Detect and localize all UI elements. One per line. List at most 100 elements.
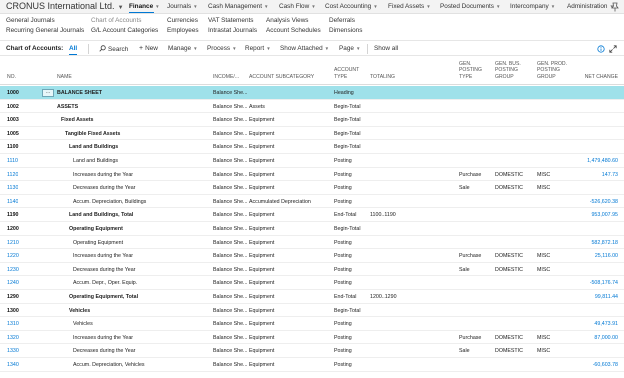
cell-net-change[interactable]: 99,811.44: [595, 294, 618, 300]
cell-net-change[interactable]: 49,473.91: [594, 321, 618, 327]
cell-no[interactable]: 1000: [7, 90, 19, 96]
cell-no[interactable]: 1130: [7, 185, 18, 191]
nav-item-finance[interactable]: Finance ▼: [129, 3, 160, 13]
cell-no[interactable]: 1200: [7, 226, 19, 232]
nav-item-fixed-assets[interactable]: Fixed Assets ▼: [388, 3, 431, 10]
cell-no[interactable]: 1310: [7, 321, 19, 327]
link-vat-statements[interactable]: VAT Statements: [208, 16, 257, 26]
column-header-gen-prod-posting-group[interactable]: GEN. PROD. POSTING GROUP: [537, 61, 567, 81]
table-row[interactable]: 1003 Fixed Assets Balance She... Equipment B…: [0, 113, 624, 127]
link-intrastat-journals[interactable]: Intrastat Journals: [208, 26, 257, 36]
link-general-journals[interactable]: General Journals: [6, 16, 84, 26]
table-row[interactable]: 1210 Operating Equipment Balance She... Equ…: [0, 236, 624, 250]
cell-no[interactable]: 1230: [7, 267, 19, 273]
column-header-account-type[interactable]: ACCOUNT TYPE: [334, 67, 359, 80]
info-icon[interactable]: [597, 45, 605, 53]
report-menu[interactable]: Report ▼: [245, 45, 271, 52]
table-row[interactable]: 1290 Operating Equipment, Total Balance Sh…: [0, 290, 624, 304]
table-row[interactable]: 1100 Land and Buildings Balance She... Equi…: [0, 140, 624, 154]
cell-no[interactable]: 1340: [7, 362, 19, 368]
link-account-schedules[interactable]: Account Schedules: [266, 26, 321, 36]
cell-net-change[interactable]: 25,116.00: [595, 253, 618, 259]
table-row[interactable]: 1120 Increases during the Year Balance She…: [0, 168, 624, 182]
cell-no[interactable]: 1210: [7, 240, 19, 246]
link-employees[interactable]: Employees: [167, 26, 199, 36]
column-header-gen-bus-posting-group[interactable]: GEN. BUS. POSTING GROUP: [495, 61, 521, 81]
cell-no[interactable]: 1120: [7, 172, 18, 178]
link-dimensions[interactable]: Dimensions: [329, 26, 362, 36]
cell-net-change[interactable]: -526,620.38: [590, 199, 618, 205]
link-recurring-general-journals[interactable]: Recurring General Journals: [6, 26, 84, 36]
table-row[interactable]: 1310 Vehicles Balance She... Equipment Posti…: [0, 317, 624, 331]
page-menu[interactable]: Page ▼: [339, 45, 360, 52]
cell-no[interactable]: 1190: [7, 212, 19, 218]
cell-income-balance: Balance She...: [213, 239, 247, 246]
process-menu[interactable]: Process ▼: [207, 45, 237, 52]
cell-no[interactable]: 1100: [7, 144, 19, 150]
cell-net-change[interactable]: 147.73: [602, 172, 618, 178]
cell-net-change[interactable]: 1,479,480.60: [587, 158, 618, 164]
table-row[interactable]: 1330 Decreases during the Year Balance She…: [0, 344, 624, 358]
table-row[interactable]: 1320 Increases during the Year Balance She…: [0, 331, 624, 345]
link-currencies[interactable]: Currencies: [167, 16, 199, 26]
table-row[interactable]: 1002 ASSETS Balance She... Assets Begin-Tota…: [0, 100, 624, 114]
cell-net-change[interactable]: 953,007.95: [591, 212, 618, 218]
link-deferrals[interactable]: Deferrals: [329, 16, 362, 26]
nav-item-journals[interactable]: Journals ▼: [167, 3, 198, 10]
column-header-totaling[interactable]: TOTALING: [370, 74, 395, 81]
cell-net-change[interactable]: -60,603.78: [593, 362, 618, 368]
cell-net-change[interactable]: -508,176.74: [590, 280, 618, 286]
table-row[interactable]: 1230 Decreases during the Year Balance She…: [0, 263, 624, 277]
cell-account-subcategory: Equipment: [249, 294, 275, 300]
table-row[interactable]: 1240 Accum. Depr., Oper. Equip. Balance Sh…: [0, 276, 624, 290]
column-header-income-balance[interactable]: INCOME/...: [213, 74, 239, 81]
cell-no[interactable]: 1005: [7, 131, 19, 137]
table-row[interactable]: 1220 Increases during the Year Balance She…: [0, 249, 624, 263]
column-header-account-subcategory[interactable]: ACCOUNT SUBCATEGORY: [249, 74, 314, 81]
cell-no[interactable]: 1320: [7, 335, 19, 341]
cell-no[interactable]: 1220: [7, 253, 19, 259]
cell-net-change[interactable]: 87,000.00: [594, 335, 618, 341]
cell-no[interactable]: 1002: [7, 104, 19, 110]
column-header-gen-posting-type[interactable]: GEN. POSTING TYPE: [459, 61, 482, 81]
nav-item-posted-documents[interactable]: Posted Documents ▼: [440, 3, 500, 10]
cell-no[interactable]: 1140: [7, 199, 18, 205]
show-all-button[interactable]: Show all: [374, 45, 398, 52]
search-button[interactable]: Search: [99, 45, 128, 53]
cell-net-change[interactable]: 582,872.18: [591, 240, 618, 246]
manage-menu[interactable]: Manage ▼: [168, 45, 198, 52]
column-header-no[interactable]: NO.: [7, 74, 16, 81]
table-row[interactable]: 1140 Accum. Depreciation, Buildings Balanc…: [0, 195, 624, 209]
cell-no[interactable]: 1003: [7, 117, 19, 123]
pin-icon[interactable]: [610, 2, 620, 12]
new-button[interactable]: + New: [139, 45, 158, 52]
column-header-net-change[interactable]: NET CHANGE: [585, 74, 618, 81]
row-actions-menu-icon[interactable]: …: [42, 89, 54, 97]
table-row[interactable]: 1110 Land and Buildings Balance She... Equi…: [0, 154, 624, 168]
company-switcher[interactable]: CRONUS International Ltd. ▼: [6, 1, 124, 11]
nav-item-cash-flow[interactable]: Cash Flow ▼: [279, 3, 316, 10]
table-row[interactable]: 1000 BALANCE SHEET Balance She... Heading…: [0, 86, 624, 100]
cell-no[interactable]: 1300: [7, 308, 19, 314]
table-row[interactable]: 1005 Tangible Fixed Assets Balance She... E…: [0, 127, 624, 141]
nav-item-cash-management[interactable]: Cash Management ▼: [208, 3, 268, 10]
cell-no[interactable]: 1290: [7, 294, 19, 300]
link-gl-account-categories[interactable]: G/L Account Categories: [91, 26, 158, 36]
column-header-name[interactable]: NAME: [57, 74, 72, 81]
cell-no[interactable]: 1330: [7, 348, 19, 354]
table-row[interactable]: 1130 Decreases during the Year Balance She…: [0, 181, 624, 195]
table-row[interactable]: 1200 Operating Equipment Balance She... Equ…: [0, 222, 624, 236]
table-row[interactable]: 1190 Land and Buildings, Total Balance She…: [0, 208, 624, 222]
link-chart-of-accounts[interactable]: Chart of Accounts: [91, 16, 158, 26]
cell-no[interactable]: 1240: [7, 280, 19, 286]
nav-item-administration[interactable]: Administration ▼: [567, 3, 614, 10]
table-row[interactable]: 1340 Accum. Depreciation, Vehicles Balance…: [0, 358, 624, 372]
expand-icon[interactable]: [609, 45, 617, 53]
link-analysis-views[interactable]: Analysis Views: [266, 16, 321, 26]
nav-item-intercompany[interactable]: Intercompany ▼: [510, 3, 555, 10]
nav-item-cost-accounting[interactable]: Cost Accounting ▼: [325, 3, 378, 10]
table-row[interactable]: 1300 Vehicles Balance She... Equipment Begin…: [0, 304, 624, 318]
cell-no[interactable]: 1110: [7, 158, 18, 164]
show-attached-menu[interactable]: Show Attached ▼: [280, 45, 329, 52]
filter-all-tab[interactable]: All: [69, 45, 78, 55]
